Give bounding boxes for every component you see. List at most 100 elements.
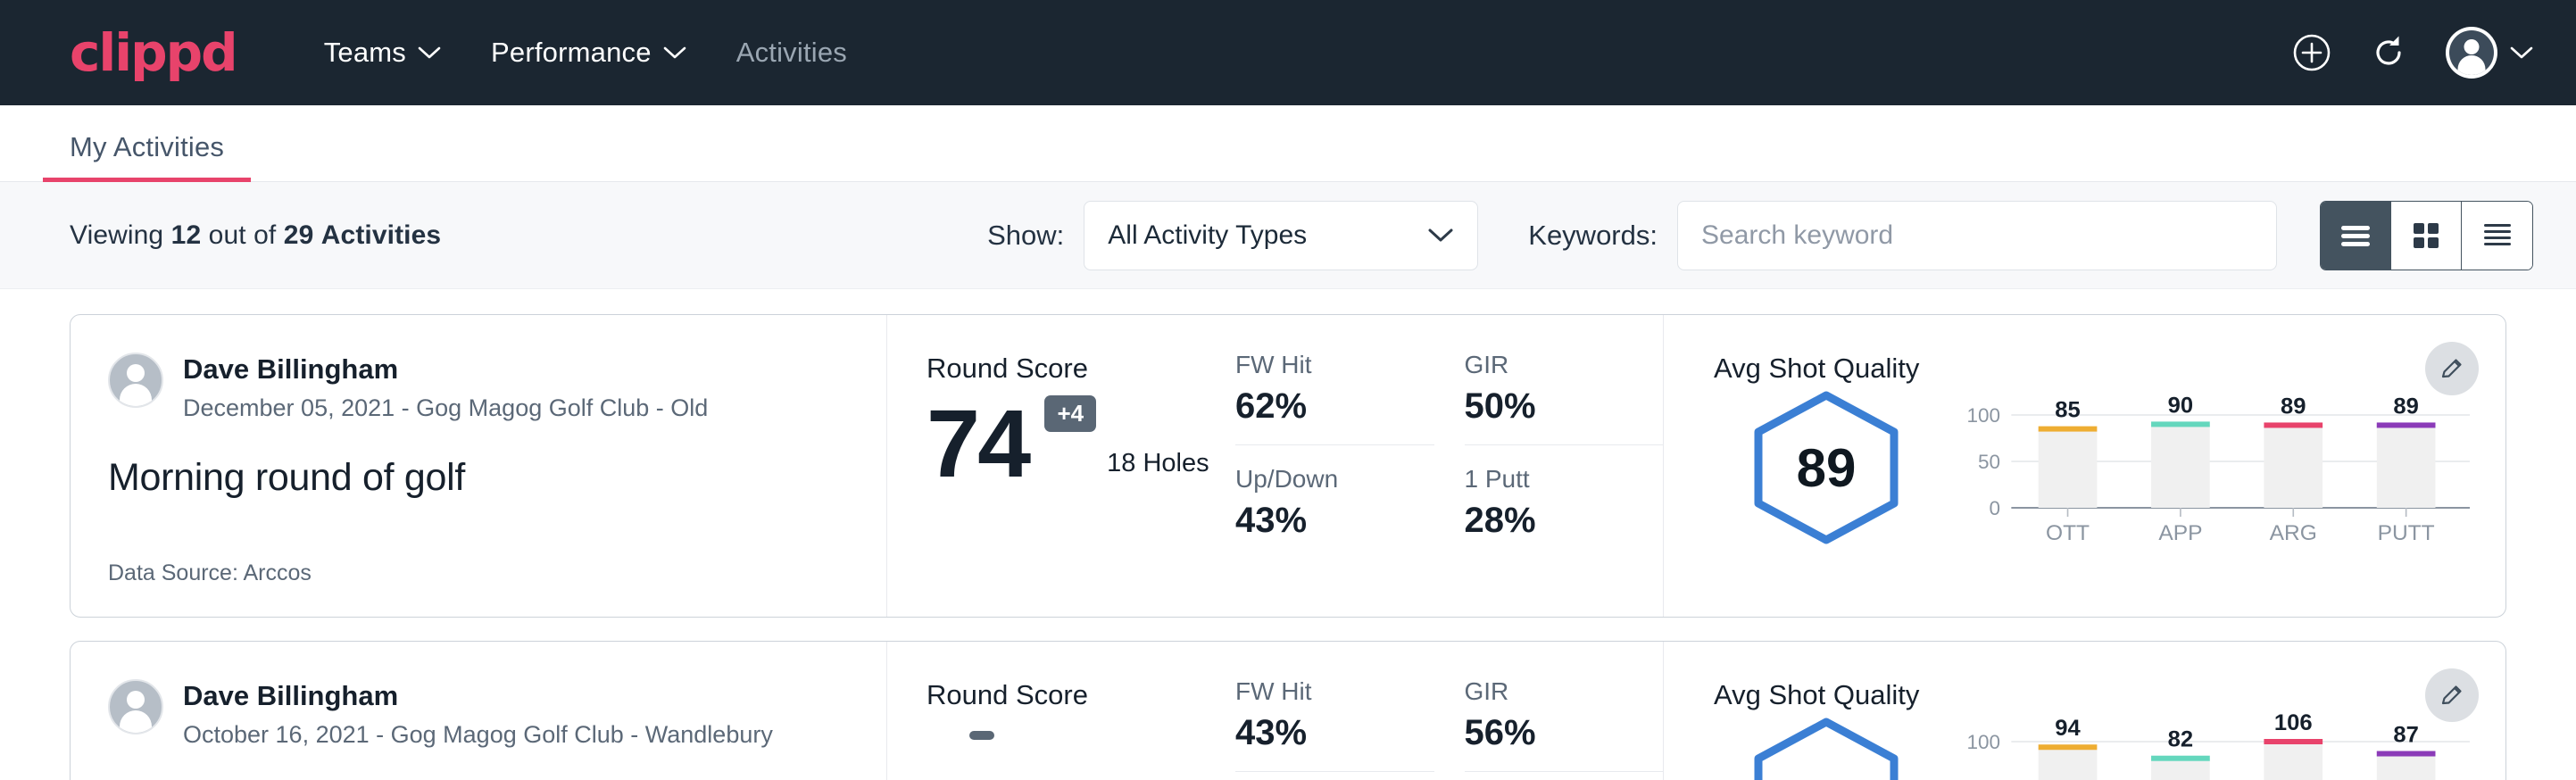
tab-my-activities-label: My Activities bbox=[70, 131, 224, 162]
activity-data-source: Data Source: Arccos bbox=[108, 530, 851, 586]
avatar bbox=[108, 353, 163, 408]
activity-type-select[interactable]: All Activity Types bbox=[1084, 201, 1478, 270]
account-menu[interactable] bbox=[2446, 27, 2533, 79]
stat-one-putt: 1 Putt 28% bbox=[1465, 465, 1664, 541]
round-stats-grid: FW Hit 43% GIR 56% Up/Down 1 Putt bbox=[1235, 642, 1664, 780]
stat-gir-value: 50% bbox=[1465, 386, 1628, 427]
activity-title: Morning round of golf bbox=[108, 456, 851, 500]
svg-text:82: 82 bbox=[2168, 727, 2193, 752]
svg-text:89: 89 bbox=[2393, 394, 2418, 419]
avg-shot-quality-label: Avg Shot Quality bbox=[1714, 353, 2470, 385]
viewing-prefix: Viewing bbox=[70, 220, 163, 250]
avg-shot-quality-label: Avg Shot Quality bbox=[1714, 679, 2470, 711]
round-score-row bbox=[927, 726, 1235, 734]
activity-meta: October 16, 2021 - Gog Magog Golf Club -… bbox=[183, 719, 773, 751]
viewing-count: 12 bbox=[171, 220, 202, 250]
activity-list[interactable]: Dave Billingham December 05, 2021 - Gog … bbox=[0, 289, 2576, 780]
stat-one-putt-label: 1 Putt bbox=[1465, 465, 1628, 494]
activity-info-column: Dave Billingham October 16, 2021 - Gog M… bbox=[71, 642, 887, 780]
stat-gir: GIR 56% bbox=[1465, 677, 1664, 772]
svg-text:100: 100 bbox=[1967, 404, 2001, 427]
stat-fw-hit-label: FW Hit bbox=[1235, 677, 1399, 706]
activity-identity: Dave Billingham October 16, 2021 - Gog M… bbox=[108, 679, 851, 751]
svg-text:90: 90 bbox=[2168, 394, 2193, 419]
list-view-button[interactable] bbox=[2321, 202, 2391, 270]
filter-controls: Show: All Activity Types Keywords: bbox=[987, 201, 2533, 270]
search-input[interactable] bbox=[1701, 220, 2253, 251]
activity-type-select-value: All Activity Types bbox=[1108, 220, 1307, 251]
stat-fw-hit: FW Hit 43% bbox=[1235, 677, 1434, 772]
svg-text:PUTT: PUTT bbox=[2378, 521, 2435, 545]
stat-up-down-label: Up/Down bbox=[1235, 465, 1399, 494]
round-stats-grid: FW Hit 62% GIR 50% Up/Down 43% 1 Putt 28… bbox=[1235, 315, 1664, 617]
avg-shot-quality-column: Avg Shot Quality 05010094OTT82APP106ARG8… bbox=[1664, 642, 2505, 780]
viewing-middle: out of bbox=[209, 220, 277, 250]
tab-strip: My Activities bbox=[0, 105, 2576, 182]
round-score-column: Round Score bbox=[887, 642, 1235, 780]
viewing-count-text: Viewing 12 out of 29 Activities bbox=[70, 220, 441, 251]
round-score-value: 74 bbox=[927, 399, 1028, 487]
activity-card[interactable]: Dave Billingham December 05, 2021 - Gog … bbox=[70, 314, 2506, 618]
avg-shot-quality-value: 89 bbox=[1746, 389, 1907, 546]
avg-shot-quality-column: Avg Shot Quality 89 05010085OTT90APP89AR… bbox=[1664, 315, 2505, 617]
svg-text:APP: APP bbox=[2158, 521, 2202, 545]
player-name: Dave Billingham bbox=[183, 679, 773, 714]
activity-card[interactable]: Dave Billingham October 16, 2021 - Gog M… bbox=[70, 641, 2506, 780]
stat-up-down-value: 43% bbox=[1235, 501, 1399, 541]
stat-fw-hit-value: 62% bbox=[1235, 386, 1399, 427]
account-avatar bbox=[2446, 27, 2497, 79]
search-box[interactable] bbox=[1677, 201, 2277, 270]
shot-quality-bar-chart: 05010094OTT82APP106ARG87PUTT bbox=[1958, 715, 2470, 780]
player-name: Dave Billingham bbox=[183, 353, 708, 387]
round-score-label: Round Score bbox=[927, 679, 1235, 711]
stat-gir: GIR 50% bbox=[1465, 351, 1664, 445]
chevron-down-icon bbox=[418, 46, 441, 60]
nav-item-performance[interactable]: Performance bbox=[491, 37, 686, 69]
shot-quality-bar-chart: 05010085OTT90APP89ARG89PUTT bbox=[1958, 388, 2470, 547]
activity-identity: Dave Billingham December 05, 2021 - Gog … bbox=[108, 353, 851, 424]
nav-item-performance-label: Performance bbox=[491, 37, 652, 69]
add-icon[interactable] bbox=[2292, 33, 2331, 72]
stat-fw-hit-label: FW Hit bbox=[1235, 351, 1399, 379]
edit-activity-button[interactable] bbox=[2425, 342, 2479, 395]
chevron-down-icon bbox=[1427, 220, 1454, 251]
chevron-down-icon bbox=[2510, 46, 2533, 60]
avg-shot-quality-hexagon: 89 bbox=[1746, 389, 1907, 546]
svg-text:89: 89 bbox=[2281, 394, 2306, 419]
stat-gir-label: GIR bbox=[1465, 351, 1628, 379]
svg-text:106: 106 bbox=[2274, 710, 2313, 735]
activity-info-column: Dave Billingham December 05, 2021 - Gog … bbox=[71, 315, 887, 617]
score-to-par-badge bbox=[969, 731, 994, 740]
svg-text:OTT: OTT bbox=[2046, 521, 2090, 545]
svg-text:100: 100 bbox=[1967, 731, 2001, 753]
nav-item-teams-label: Teams bbox=[324, 37, 406, 69]
nav-actions bbox=[2292, 27, 2533, 79]
edit-activity-button[interactable] bbox=[2425, 668, 2479, 722]
compact-view-button[interactable] bbox=[2462, 202, 2532, 270]
main-nav-items: Teams Performance Activities bbox=[324, 37, 847, 69]
nav-item-teams[interactable]: Teams bbox=[324, 37, 441, 69]
avatar bbox=[108, 679, 163, 734]
stat-fw-hit: FW Hit 62% bbox=[1235, 351, 1434, 445]
avg-shot-quality-hexagon bbox=[1746, 716, 1907, 780]
brand-logo[interactable]: clippd bbox=[70, 27, 237, 79]
filter-bar: Viewing 12 out of 29 Activities Show: Al… bbox=[0, 182, 2576, 289]
refresh-icon[interactable] bbox=[2369, 33, 2408, 72]
activity-meta: December 05, 2021 - Gog Magog Golf Club … bbox=[183, 393, 708, 424]
svg-text:0: 0 bbox=[1990, 497, 2001, 519]
viewing-total: 29 bbox=[284, 220, 314, 250]
show-label: Show: bbox=[987, 220, 1064, 252]
nav-item-activities[interactable]: Activities bbox=[736, 37, 847, 69]
stat-gir-value: 56% bbox=[1465, 713, 1628, 753]
stat-fw-hit-value: 43% bbox=[1235, 713, 1399, 753]
chevron-down-icon bbox=[663, 46, 686, 60]
stat-gir-label: GIR bbox=[1465, 677, 1628, 706]
grid-view-button[interactable] bbox=[2391, 202, 2462, 270]
tab-my-activities[interactable]: My Activities bbox=[43, 131, 251, 181]
round-score-label: Round Score bbox=[927, 353, 1235, 385]
svg-text:ARG: ARG bbox=[2270, 521, 2317, 545]
nav-item-activities-label: Activities bbox=[736, 37, 847, 69]
svg-text:85: 85 bbox=[2055, 398, 2080, 423]
svg-text:87: 87 bbox=[2393, 723, 2418, 748]
round-score-row: 74 +4 18 Holes bbox=[927, 399, 1235, 487]
